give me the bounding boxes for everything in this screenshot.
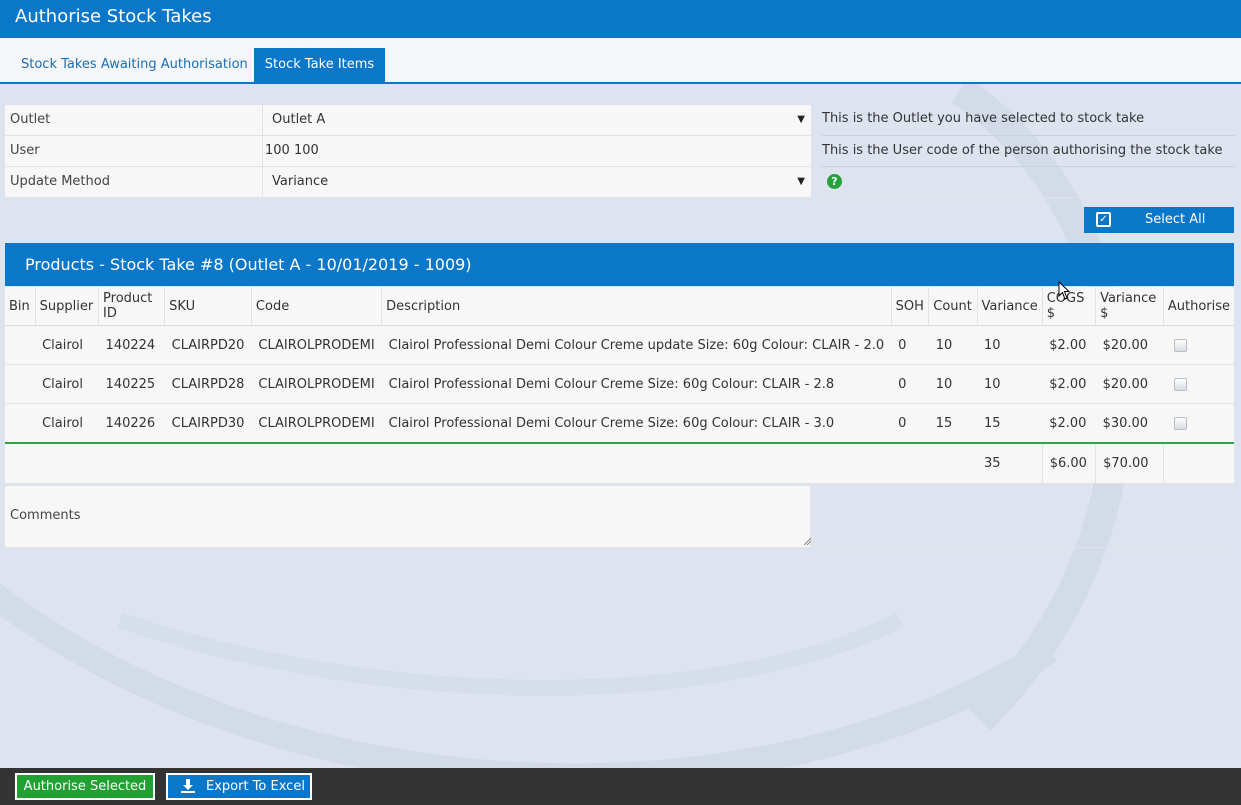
table-row: Clairol 140226 CLAIRPD30 CLAIROLPRODEMI …	[5, 403, 1234, 444]
update-method-label: Update Method	[5, 167, 263, 197]
cell-variance: 10	[977, 325, 1043, 365]
cell-count: 15	[928, 403, 978, 444]
user-value: 100 100	[265, 143, 319, 158]
col-count[interactable]: Count	[928, 287, 978, 326]
col-sku[interactable]: SKU	[164, 287, 252, 326]
stock-take-form: Outlet Outlet A ▼ This is the Outlet you…	[5, 105, 1235, 198]
comments-textarea[interactable]	[263, 486, 811, 547]
outlet-help-text: This is the Outlet you have selected to …	[822, 105, 1235, 136]
col-bin[interactable]: Bin	[5, 287, 36, 326]
cell-product-id: 140226	[98, 403, 165, 444]
cell-authorise	[1163, 364, 1234, 404]
dropdown-arrow-icon: ▼	[797, 114, 805, 125]
cell-bin	[5, 364, 36, 404]
cell-description: Clairol Professional Demi Colour Creme S…	[381, 403, 892, 444]
checkbox-checked-icon: ✓	[1096, 212, 1111, 227]
cell-count: 10	[928, 325, 978, 365]
cell-product-id: 140225	[98, 364, 165, 404]
cell-code: CLAIROLPRODEMI	[251, 325, 382, 365]
cell-sku: CLAIRPD20	[164, 325, 252, 365]
download-icon	[181, 779, 195, 793]
cell-description: Clairol Professional Demi Colour Creme u…	[381, 325, 892, 365]
update-method-select[interactable]: Variance ▼	[263, 167, 811, 197]
cell-variance-dollar: $20.00	[1095, 325, 1164, 365]
cell-sku: CLAIRPD28	[164, 364, 252, 404]
total-variance-dollar: $70.00	[1095, 443, 1164, 484]
update-method-row: Update Method Variance ▼ ?	[5, 167, 1235, 198]
cell-soh: 0	[891, 364, 929, 404]
total-variance: 35	[977, 443, 1043, 484]
question-circle-icon[interactable]: ?	[827, 174, 842, 189]
cell-supplier: Clairol	[35, 364, 99, 404]
user-row: User 100 100 This is the User code of th…	[5, 136, 1235, 167]
cell-bin	[5, 325, 36, 365]
cell-supplier: Clairol	[35, 325, 99, 365]
export-to-excel-button[interactable]: Export To Excel	[166, 773, 312, 800]
cell-sku: CLAIRPD30	[164, 403, 252, 444]
cell-code: CLAIROLPRODEMI	[251, 364, 382, 404]
cell-bin	[5, 403, 36, 444]
update-method-help: ?	[822, 167, 1235, 197]
table-row: Clairol 140225 CLAIRPD28 CLAIROLPRODEMI …	[5, 364, 1234, 404]
table-row: Clairol 140224 CLAIRPD20 CLAIROLPRODEMI …	[5, 325, 1234, 365]
products-panel-title: Products - Stock Take #8 (Outlet A - 10/…	[5, 243, 1234, 286]
col-code[interactable]: Code	[251, 287, 383, 326]
col-soh[interactable]: SOH	[891, 287, 930, 326]
cell-cogs: $2.00	[1042, 403, 1096, 444]
outlet-select[interactable]: Outlet A ▼	[263, 105, 811, 135]
col-variance-dollar[interactable]: Variance $	[1095, 287, 1164, 326]
outlet-label: Outlet	[5, 105, 263, 135]
export-label: Export To Excel	[206, 779, 305, 794]
cell-supplier: Clairol	[35, 403, 99, 444]
authorise-checkbox[interactable]	[1174, 338, 1188, 352]
cell-cogs: $2.00	[1042, 325, 1096, 365]
cell-variance-dollar: $30.00	[1095, 403, 1164, 444]
dropdown-arrow-icon: ▼	[797, 176, 805, 187]
col-authorise[interactable]: Authorise	[1163, 287, 1234, 326]
tab-stock-takes-awaiting[interactable]: Stock Takes Awaiting Authorisation	[21, 48, 248, 82]
select-all-label: Select All	[1145, 212, 1206, 227]
cell-variance: 15	[977, 403, 1043, 444]
user-label: User	[5, 136, 263, 166]
cell-cogs: $2.00	[1042, 364, 1096, 404]
update-method-value: Variance	[272, 174, 329, 189]
totals-row: 35 $6.00 $70.00	[5, 443, 1234, 484]
window-title: Authorise Stock Takes	[0, 0, 1241, 38]
outlet-row: Outlet Outlet A ▼ This is the Outlet you…	[5, 105, 1235, 136]
tab-stock-take-items[interactable]: Stock Take Items	[254, 48, 385, 82]
mouse-cursor-icon	[1058, 281, 1071, 300]
cell-product-id: 140224	[98, 325, 165, 365]
resize-grip-icon[interactable]	[803, 537, 811, 545]
cell-authorise	[1163, 325, 1234, 365]
totals-spacer	[5, 443, 978, 484]
cell-description: Clairol Professional Demi Colour Creme S…	[381, 364, 892, 404]
cell-code: CLAIROLPRODEMI	[251, 403, 382, 444]
table-header-row: Bin Supplier Product ID SKU Code Descrip…	[5, 287, 1234, 326]
user-field[interactable]: 100 100	[263, 136, 811, 166]
cell-count: 10	[928, 364, 978, 404]
col-variance[interactable]: Variance	[977, 287, 1043, 326]
authorise-checkbox[interactable]	[1174, 377, 1188, 391]
outlet-value: Outlet A	[272, 112, 326, 127]
tab-bar: Stock Takes Awaiting Authorisation Stock…	[0, 38, 1241, 84]
cell-variance: 10	[977, 364, 1043, 404]
comments-row: Comments	[5, 486, 1234, 548]
col-product-id[interactable]: Product ID	[98, 287, 166, 326]
totals-authorise-blank	[1163, 443, 1234, 484]
cell-authorise	[1163, 403, 1234, 444]
col-description[interactable]: Description	[381, 287, 892, 326]
user-help-text: This is the User code of the person auth…	[822, 136, 1235, 167]
products-table: Bin Supplier Product ID SKU Code Descrip…	[5, 287, 1234, 484]
authorise-selected-button[interactable]: Authorise Selected	[15, 773, 155, 800]
cell-soh: 0	[891, 325, 929, 365]
footer-bar: Authorise Selected Export To Excel	[0, 768, 1241, 805]
comments-label: Comments	[5, 486, 263, 547]
total-cogs: $6.00	[1042, 443, 1097, 484]
cell-variance-dollar: $20.00	[1095, 364, 1164, 404]
col-supplier[interactable]: Supplier	[35, 287, 100, 326]
cell-soh: 0	[891, 403, 929, 444]
authorise-checkbox[interactable]	[1174, 416, 1188, 430]
select-all-button[interactable]: ✓ Select All	[1084, 207, 1234, 233]
